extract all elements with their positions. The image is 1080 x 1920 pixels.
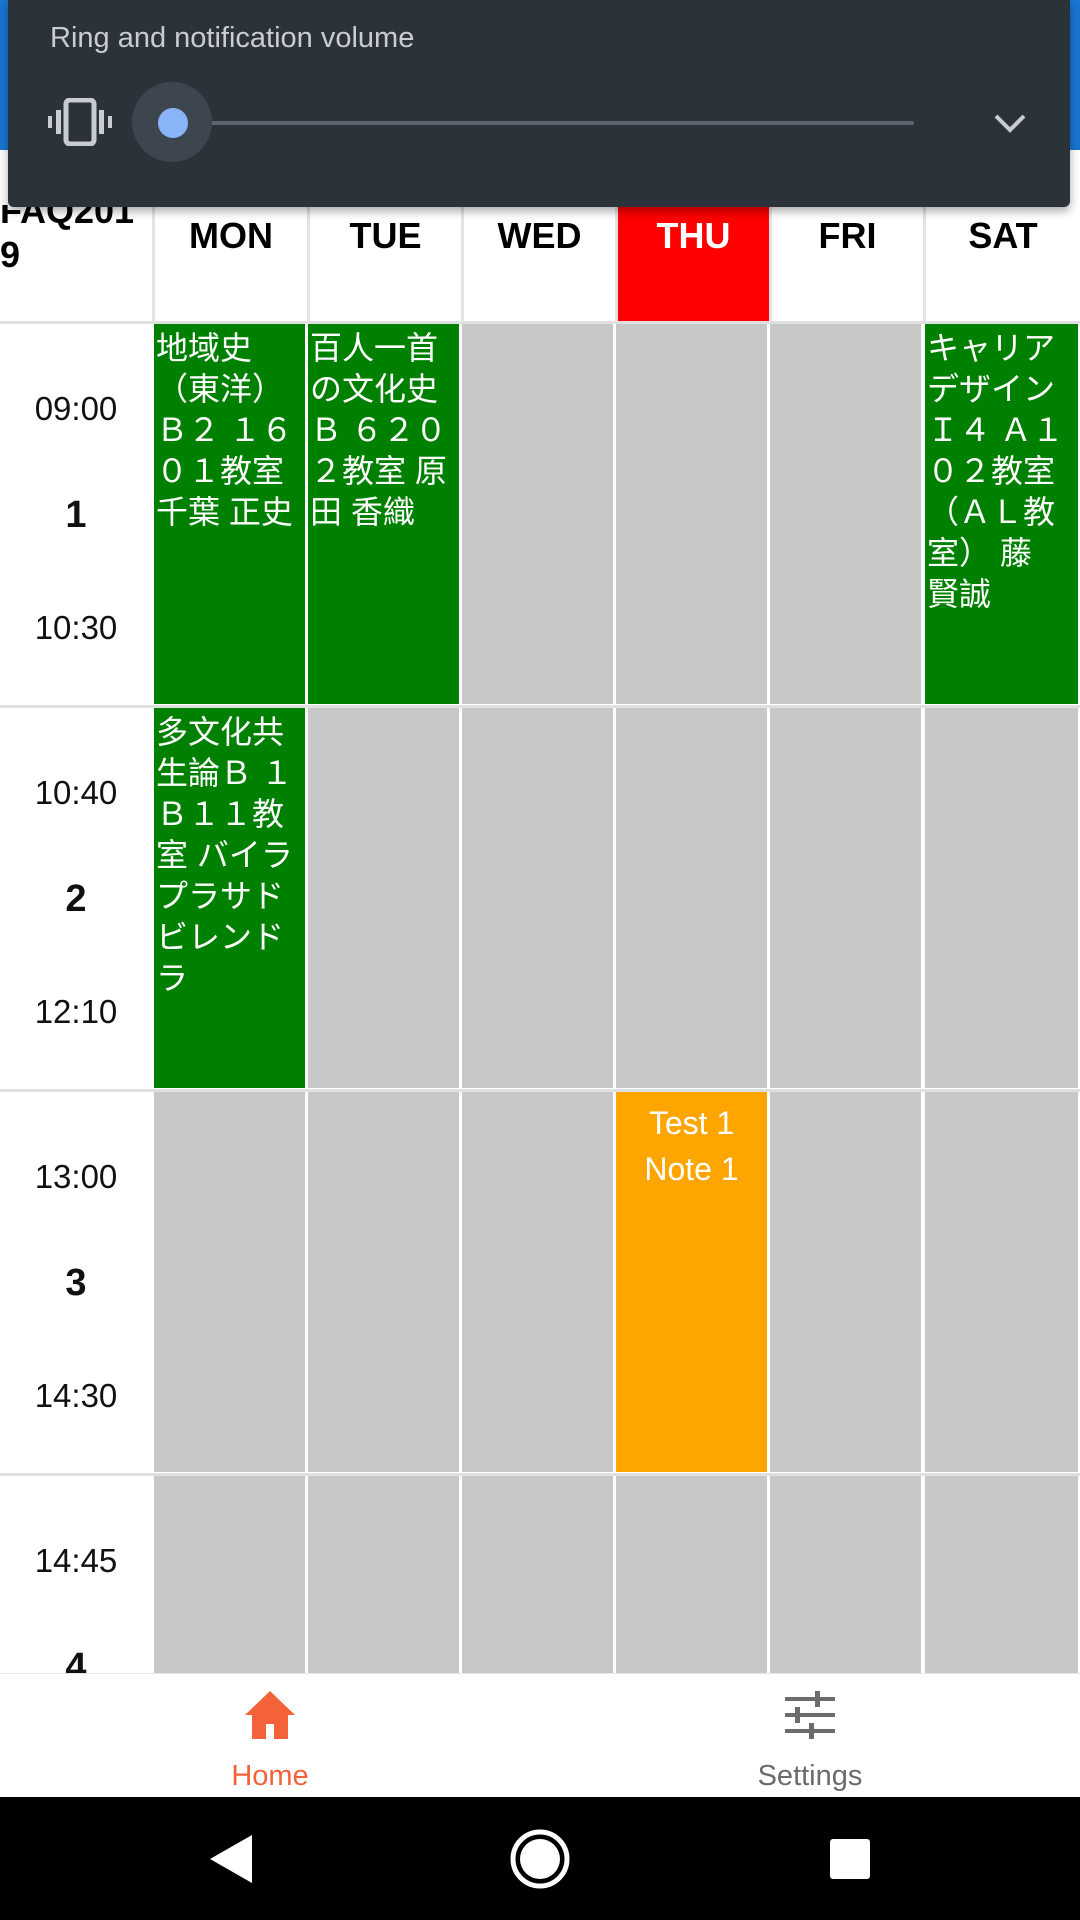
bottom-navigation: Home Settings — [0, 1673, 1080, 1798]
period-2-start: 10:40 — [34, 774, 118, 811]
volume-slider-track[interactable] — [172, 121, 914, 125]
volume-title: Ring and notification volume — [50, 22, 415, 54]
day-header-tue: TUE — [307, 205, 461, 321]
empty-cell[interactable] — [770, 1092, 921, 1472]
day-header-wed: WED — [461, 205, 615, 321]
note-title: Test 1 — [648, 1105, 735, 1141]
recents-square-icon[interactable] — [818, 1827, 882, 1891]
empty-cell[interactable] — [462, 1476, 613, 1673]
sliders-icon — [785, 1691, 835, 1739]
period-3-start: 13:00 — [34, 1158, 118, 1195]
day-header-sat: SAT — [923, 205, 1080, 321]
tab-home[interactable]: Home — [0, 1674, 540, 1798]
timetable-title: FAQ2019 — [0, 205, 135, 275]
period-4-start: 14:45 — [34, 1542, 118, 1579]
period-2-end: 12:10 — [34, 993, 118, 1030]
empty-cell[interactable] — [925, 1092, 1078, 1472]
home-icon — [245, 1691, 295, 1739]
vibrate-icon[interactable] — [48, 98, 112, 146]
tab-settings-label: Settings — [757, 1760, 863, 1792]
home-circle-icon[interactable] — [508, 1827, 572, 1891]
empty-cell[interactable] — [925, 708, 1078, 1088]
timetable-grid: FAQ2019 MON TUE WED THU FRI SAT 09:00 1 … — [0, 205, 1080, 1673]
volume-slider-thumb[interactable] — [158, 108, 188, 138]
back-triangle-icon[interactable] — [200, 1827, 264, 1891]
day-header-thu: THU — [615, 205, 769, 321]
tab-settings[interactable]: Settings — [540, 1674, 1080, 1798]
empty-cell[interactable] — [770, 324, 921, 704]
chevron-down-icon[interactable] — [992, 108, 1028, 138]
period-1-end: 10:30 — [34, 609, 118, 646]
period-1-times: 09:00 1 10:30 — [0, 324, 152, 707]
class-cell[interactable]: 多文化共生論Ｂ １Ｂ１１教室 バイラ プラサド ビレンドラ — [154, 708, 305, 1088]
class-cell[interactable]: 百人一首の文化史Ｂ ６２０２教室 原田 香織 — [308, 324, 459, 704]
tab-home-label: Home — [231, 1760, 309, 1792]
empty-cell[interactable] — [925, 1476, 1078, 1673]
note-text: Note 1 — [644, 1151, 739, 1187]
class-cell[interactable]: キャリアデザインＩ４ Ａ１０２教室（ＡＬ教室） 藤 賢誠 — [925, 324, 1078, 704]
period-4-times: 14:45 4 — [0, 1476, 152, 1673]
volume-panel: Ring and notification volume — [8, 0, 1070, 207]
empty-cell[interactable] — [154, 1476, 305, 1673]
empty-cell[interactable] — [154, 1092, 305, 1472]
empty-cell[interactable] — [770, 708, 921, 1088]
period-1-start: 09:00 — [34, 390, 118, 427]
period-4-number: 4 — [65, 1646, 87, 1673]
day-header-fri: FRI — [769, 205, 923, 321]
empty-cell[interactable] — [616, 324, 767, 704]
empty-cell[interactable] — [462, 1092, 613, 1472]
period-3-times: 13:00 3 14:30 — [0, 1092, 152, 1475]
period-2-times: 10:40 2 12:10 — [0, 708, 152, 1091]
class-cell[interactable]: 地域史（東洋）Ｂ２ １６０１教室 千葉 正史 — [154, 324, 305, 704]
period-3-end: 14:30 — [34, 1377, 118, 1414]
period-3-number: 3 — [65, 1262, 87, 1304]
empty-cell[interactable] — [616, 1476, 767, 1673]
day-header-mon: MON — [152, 205, 307, 321]
period-1-number: 1 — [65, 494, 87, 536]
note-cell[interactable]: Test 1 Note 1 — [616, 1092, 767, 1472]
system-navigation-bar — [0, 1797, 1080, 1920]
empty-cell[interactable] — [462, 708, 613, 1088]
empty-cell[interactable] — [308, 708, 459, 1088]
empty-cell[interactable] — [308, 1476, 459, 1673]
period-2-number: 2 — [65, 878, 87, 920]
empty-cell[interactable] — [462, 324, 613, 704]
empty-cell[interactable] — [770, 1476, 921, 1673]
empty-cell[interactable] — [308, 1092, 459, 1472]
empty-cell[interactable] — [616, 708, 767, 1088]
